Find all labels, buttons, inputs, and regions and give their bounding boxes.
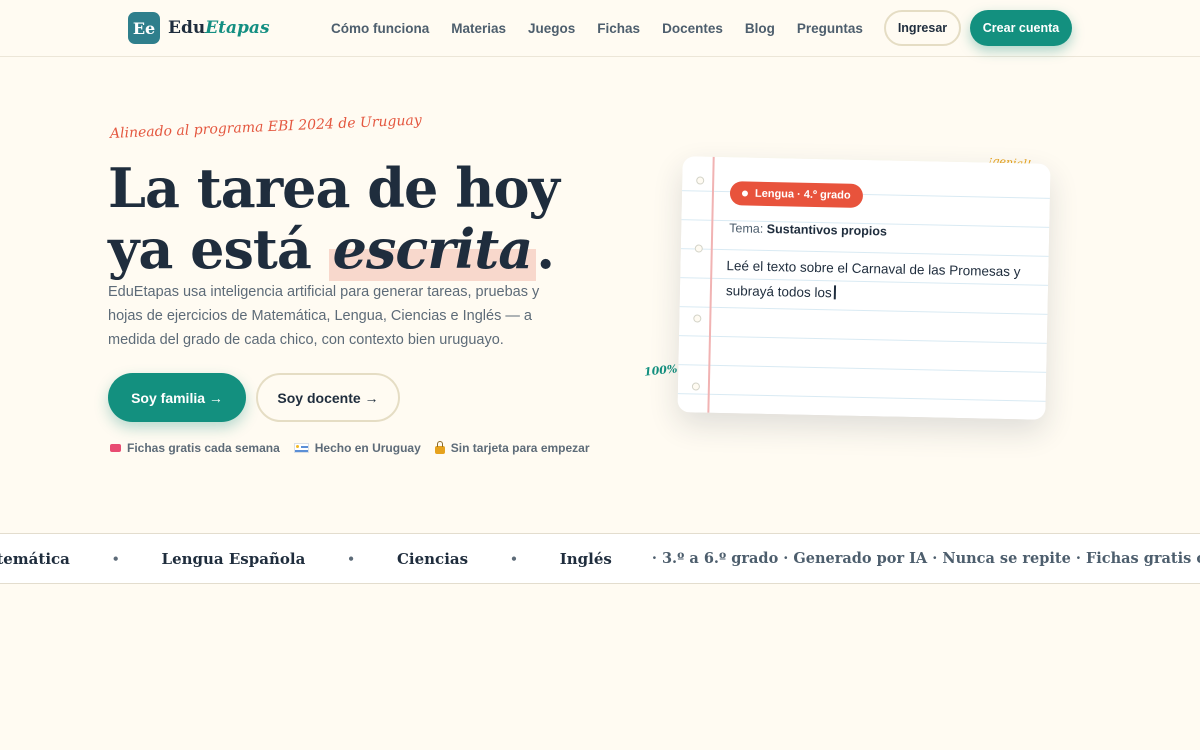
marquee-track: Matemática • Lengua Española • Ciencias … <box>0 534 1200 583</box>
hero-title: La tarea de hoy ya está escrita. <box>108 156 588 281</box>
notebook-hole-icon <box>693 314 702 323</box>
notebook-hole-icon <box>691 382 700 391</box>
notebook-hole-icon <box>694 244 703 253</box>
marquee-separator: • <box>111 551 120 566</box>
hero-title-highlight: escrita <box>328 217 537 281</box>
logo-mark-icon: Ee <box>128 12 160 44</box>
notebook-preview-card: Lengua · 4.º grado Tema: Sustantivos pro… <box>677 156 1051 420</box>
handwritten-note-100: 100% <box>643 362 679 379</box>
marquee-subject: Lengua Española <box>161 549 306 568</box>
brand-logo[interactable]: Ee EduEtapas <box>128 12 270 44</box>
hero-title-line-1: La tarea de hoy <box>108 156 560 220</box>
ticket-icon <box>110 444 121 452</box>
nav-link-fichas[interactable]: Fichas <box>597 21 640 36</box>
uruguay-flag-icon <box>293 443 309 453</box>
marquee-separator: • <box>510 551 518 566</box>
hero-description: EduEtapas usa inteligencia artificial pa… <box>108 284 540 348</box>
subject-grade-tag: Lengua · 4.º grado <box>729 181 863 208</box>
hero-eyebrow: Alineado al programa EBI 2024 de Uruguay <box>109 112 423 142</box>
nav-link-docentes[interactable]: Docentes <box>662 21 723 36</box>
trust-badges: Fichas gratis cada semana Hecho en Urugu… <box>110 441 590 455</box>
marquee-separator: • <box>347 551 355 566</box>
notebook-hole-icon <box>696 176 705 185</box>
hero-title-line-2: ya está escrita. <box>108 217 555 281</box>
nav-link-materias[interactable]: Materias <box>451 21 506 36</box>
topic-line: Tema: Sustantivos propios <box>729 221 888 239</box>
family-cta-button[interactable]: Soy familia → <box>108 373 246 422</box>
nav-link-juegos[interactable]: Juegos <box>528 21 575 36</box>
logo-wordmark: EduEtapas <box>168 18 270 38</box>
teacher-cta-button[interactable]: Soy docente → <box>256 373 400 422</box>
main-nav: Cómo funciona Materias Juegos Fichas Doc… <box>331 0 863 56</box>
text-cursor-icon <box>833 285 836 300</box>
task-text: Leé el texto sobre el Carnaval de las Pr… <box>725 258 1021 301</box>
notebook-margin-line <box>707 156 715 413</box>
badge-made-in-uruguay: Hecho en Uruguay <box>293 441 421 455</box>
subjects-marquee: Matemática • Lengua Española • Ciencias … <box>0 533 1200 584</box>
marquee-subject: Inglés <box>559 549 612 568</box>
site-header: Ee EduEtapas Cómo funciona Materias Jueg… <box>0 0 1200 57</box>
dot-icon <box>741 190 749 197</box>
marquee-tail-text: · 3.º a 6.º grado · Generado por IA · Nu… <box>651 550 1200 567</box>
badge-free-sheets: Fichas gratis cada semana <box>110 441 280 455</box>
nav-link-blog[interactable]: Blog <box>745 21 775 36</box>
nav-link-preguntas[interactable]: Preguntas <box>797 21 863 36</box>
login-button[interactable]: Ingresar <box>884 10 961 46</box>
badge-no-card: Sin tarjeta para empezar <box>434 441 590 455</box>
nav-link-como-funciona[interactable]: Cómo funciona <box>331 21 429 36</box>
signup-button[interactable]: Crear cuenta <box>970 10 1072 46</box>
lock-icon <box>434 441 445 454</box>
marquee-subject: Ciencias <box>396 549 469 568</box>
marquee-subject: Matemática <box>0 549 70 568</box>
notebook-page: Lengua · 4.º grado Tema: Sustantivos pro… <box>677 156 1051 420</box>
